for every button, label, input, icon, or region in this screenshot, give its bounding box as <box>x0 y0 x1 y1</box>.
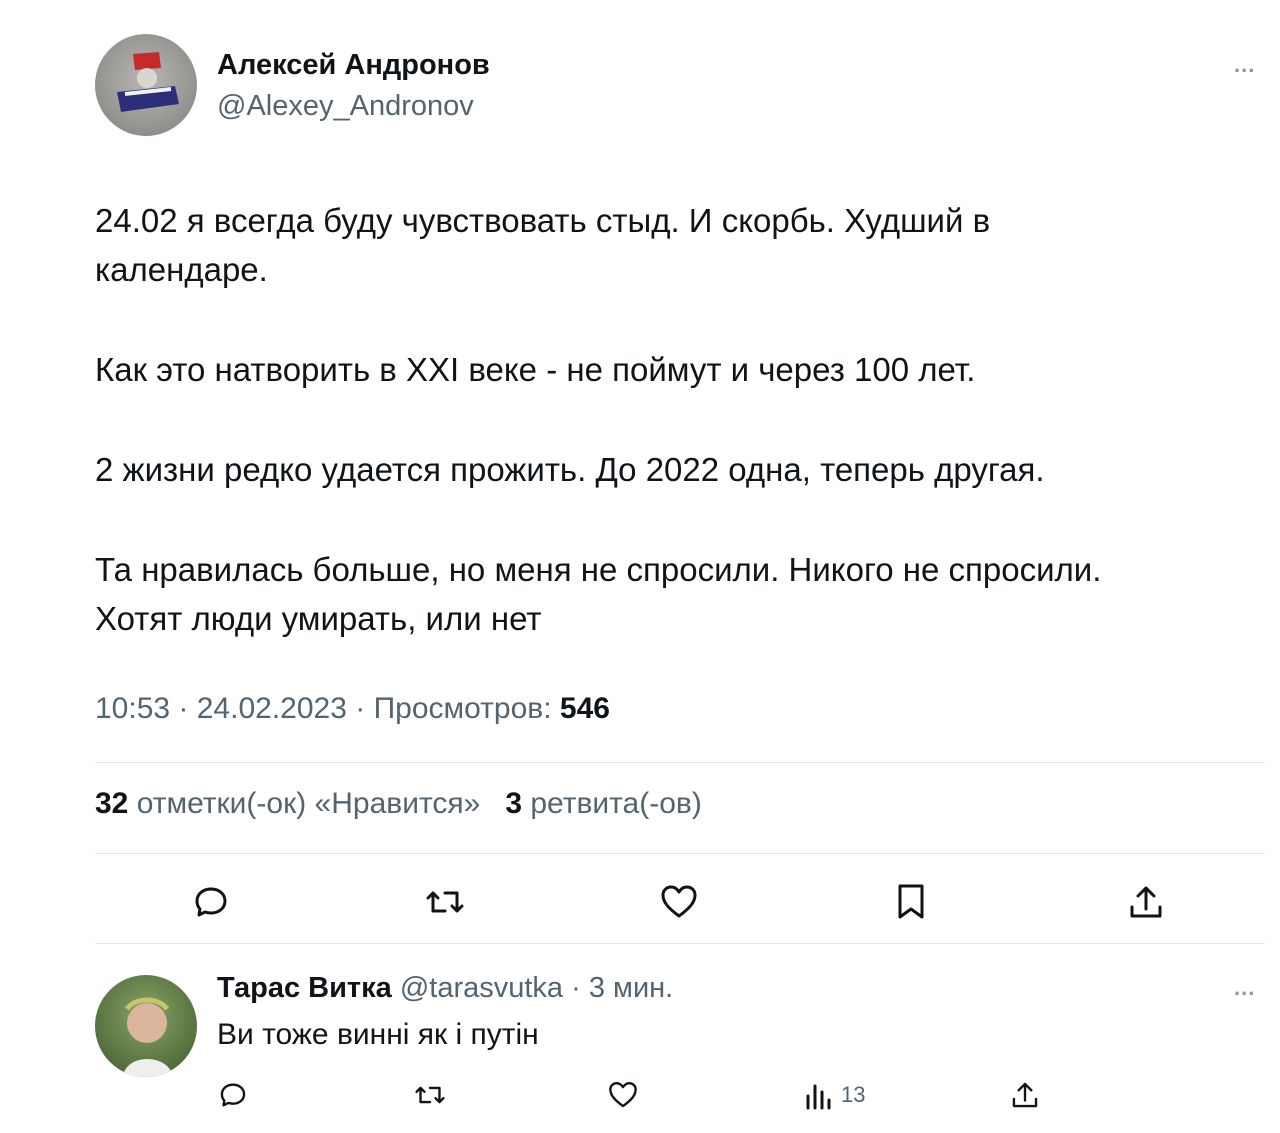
divider <box>95 853 1265 854</box>
reply-author-handle[interactable]: @tarasvutka <box>400 972 563 1004</box>
author-handle[interactable]: @Alexey_Andronov <box>217 90 474 123</box>
reply-like-icon[interactable] <box>607 1080 639 1110</box>
reply-retweet-icon[interactable] <box>414 1080 446 1110</box>
reply-author-avatar[interactable] <box>95 975 197 1077</box>
reply-header: Тарас Витка @tarasvutka · 3 мин. <box>217 972 673 1005</box>
author-avatar[interactable] <box>95 34 197 136</box>
separator-dot: · <box>563 972 589 1004</box>
tweet-text: 24.02 я всегда буду чувствовать стыд. И … <box>95 196 1245 694</box>
reply-more-options-icon[interactable]: ... <box>1234 975 1255 1001</box>
retweets-stat[interactable]: 3 ретвита(-ов) <box>505 787 702 820</box>
tweet-paragraph: 2 жизни редко удается прожить. До 2022 о… <box>95 451 1045 488</box>
tweet-paragraph: 24.02 я всегда буду чувствовать стыд. И … <box>95 202 991 288</box>
share-icon[interactable] <box>1127 883 1165 921</box>
separator-dot: · <box>178 692 197 725</box>
retweets-label: ретвита(-ов) <box>530 787 702 820</box>
like-icon[interactable] <box>659 883 699 921</box>
divider <box>95 943 1265 944</box>
more-options-icon[interactable]: ... <box>1234 52 1255 78</box>
reply-icon[interactable] <box>192 883 230 921</box>
views-icon <box>805 1080 833 1110</box>
divider <box>95 762 1265 763</box>
views-count: 546 <box>559 692 610 725</box>
reply-views[interactable]: 13 <box>805 1080 865 1110</box>
likes-label: отметки(-ок) «Нравится» <box>136 787 481 820</box>
reply-reply-icon[interactable] <box>218 1080 248 1110</box>
tweet-time[interactable]: 10:53 <box>95 692 170 725</box>
reply-author-name[interactable]: Тарас Витка <box>217 972 392 1004</box>
likes-stat[interactable]: 32 отметки(-ок) «Нравится» <box>95 787 489 820</box>
reply-time[interactable]: 3 мин. <box>589 972 673 1004</box>
tweet-paragraph: Как это натворить в XXI веке - не поймут… <box>95 351 976 388</box>
tweet-date[interactable]: 24.02.2023 <box>197 692 347 725</box>
retweet-icon[interactable] <box>425 883 465 921</box>
views-label: Просмотров: <box>373 692 552 725</box>
tweet-stats: 32 отметки(-ок) «Нравится» 3 ретвита(-ов… <box>95 787 702 821</box>
reply-share-icon[interactable] <box>1010 1080 1040 1110</box>
likes-count: 32 <box>95 787 129 820</box>
retweets-count: 3 <box>505 787 522 820</box>
tweet-meta: 10:53 · 24.02.2023 · Просмотров: 546 <box>95 692 610 726</box>
reply-text: Ви тоже винні як і путін <box>217 1018 539 1051</box>
author-name[interactable]: Алексей Андронов <box>217 49 490 82</box>
bookmark-icon[interactable] <box>894 883 928 921</box>
reply-views-count: 13 <box>841 1082 866 1107</box>
tweet-paragraph: Та нравилась больше, но меня не спросили… <box>95 551 1102 637</box>
separator-dot: · <box>355 692 374 725</box>
